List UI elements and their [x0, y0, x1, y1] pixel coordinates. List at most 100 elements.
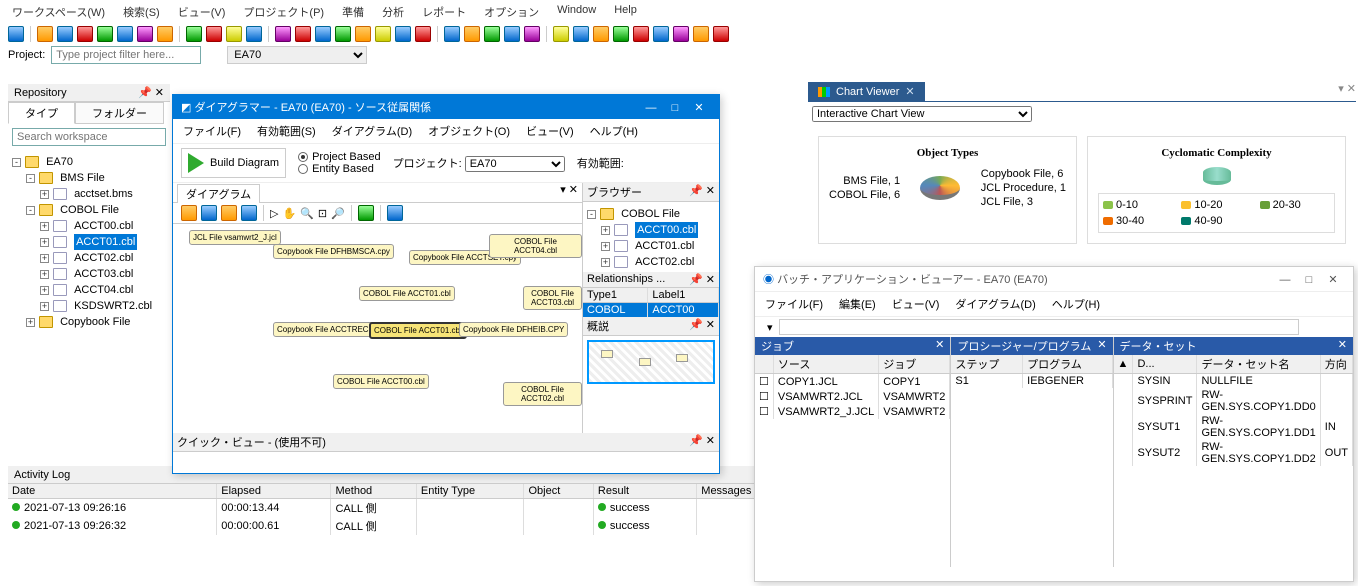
tool-icon[interactable]: [206, 26, 222, 42]
tool-icon[interactable]: [315, 26, 331, 42]
diagram-node[interactable]: COBOL File ACCT04.cbl: [489, 234, 582, 258]
tool-icon[interactable]: [613, 26, 629, 42]
close-button[interactable]: ✕: [1321, 273, 1345, 286]
tool-icon[interactable]: [57, 26, 73, 42]
diagrammer-titlebar[interactable]: ◩ ダイアグラマー - EA70 (EA70) - ソース従属関係 —□✕: [173, 95, 719, 119]
close-icon[interactable]: ✕: [1097, 338, 1106, 354]
save-icon[interactable]: [201, 205, 217, 221]
tool-icon[interactable]: [553, 26, 569, 42]
menu-options[interactable]: オプション: [484, 4, 539, 20]
tool-icon[interactable]: [77, 26, 93, 42]
pin-icon[interactable]: 📌 ✕: [689, 434, 715, 450]
tool-icon[interactable]: [8, 26, 24, 42]
diagrammer-menu[interactable]: ファイル(F) 有効範囲(S) ダイアグラム(D) オブジェクト(O) ビュー(…: [173, 119, 719, 144]
radio-project-based[interactable]: Project Based: [298, 151, 380, 163]
tool-icon[interactable]: [226, 26, 242, 42]
close-button[interactable]: ✕: [687, 101, 711, 114]
table-row[interactable]: ☐COPY1.JCLCOPY1: [755, 374, 950, 390]
pin-icon[interactable]: 📌 ✕: [689, 318, 715, 334]
table-row[interactable]: S1IEBGENER: [951, 374, 1112, 389]
repo-search-input[interactable]: [12, 128, 166, 146]
hand-icon[interactable]: ✋: [282, 207, 296, 220]
table-row[interactable]: SYSUT1RW-GEN.SYS.COPY1.DD1IN: [1114, 414, 1353, 440]
table-row[interactable]: SYSPRINTRW-GEN.SYS.COPY1.DD0: [1114, 388, 1353, 414]
project-select[interactable]: EA70: [227, 46, 367, 64]
tool-icon[interactable]: [335, 26, 351, 42]
pin-icon[interactable]: 📌 ✕: [689, 273, 715, 286]
radio-entity-based[interactable]: Entity Based: [298, 163, 380, 175]
batch-search-input[interactable]: [779, 319, 1299, 335]
tree-item-selected[interactable]: ACCT01.cbl: [74, 234, 137, 250]
minimize-button[interactable]: —: [1273, 274, 1297, 286]
build-diagram-button[interactable]: Build Diagram: [181, 148, 286, 178]
chart-mode-select[interactable]: Interactive Chart View: [812, 106, 1032, 122]
diagram-node[interactable]: COBOL File ACCT02.cbl: [503, 382, 582, 406]
table-row[interactable]: SYSINNULLFILE: [1114, 374, 1353, 389]
menu-project[interactable]: プロジェクト(P): [243, 4, 324, 20]
tool-icon[interactable]: [633, 26, 649, 42]
tool-icon[interactable]: [246, 26, 262, 42]
tool-icon[interactable]: [693, 26, 709, 42]
tool-icon[interactable]: [464, 26, 480, 42]
diagram-node[interactable]: COBOL File ACCT03.cbl: [523, 286, 582, 310]
minimize-button[interactable]: —: [639, 102, 663, 114]
pin-icon[interactable]: 📌 ✕: [689, 184, 715, 200]
menu-report[interactable]: レポート: [422, 4, 466, 20]
menu-help[interactable]: Help: [614, 4, 637, 20]
tool-icon[interactable]: [673, 26, 689, 42]
menu-view[interactable]: ビュー(V): [178, 4, 226, 20]
tool-icon[interactable]: [504, 26, 520, 42]
tab-diagram[interactable]: ダイアグラム: [177, 184, 260, 203]
tool-icon[interactable]: [137, 26, 153, 42]
close-icon[interactable]: ✕: [935, 338, 944, 354]
tool-icon[interactable]: [157, 26, 173, 42]
project-filter-input[interactable]: [51, 46, 201, 64]
table-row[interactable]: 2021-07-13 09:26:32 00:00:00.61CALL 側 su…: [8, 517, 798, 535]
diagram-node[interactable]: COBOL File ACCT00.cbl: [333, 374, 429, 389]
main-menubar[interactable]: ワークスペース(W) 検索(S) ビュー(V) プロジェクト(P) 準備 分析 …: [0, 0, 1358, 24]
menu-workspace[interactable]: ワークスペース(W): [12, 4, 105, 20]
tool-icon[interactable]: [524, 26, 540, 42]
pointer-icon[interactable]: ▷: [270, 207, 278, 220]
open-icon[interactable]: [181, 205, 197, 221]
batch-menu[interactable]: ファイル(F) 編集(E) ビュー(V) ダイアグラム(D) ヘルプ(H): [755, 292, 1353, 317]
chart-object-types[interactable]: Object Types BMS File, 1 COBOL File, 6 C…: [818, 136, 1077, 244]
menu-analyze[interactable]: 分析: [382, 4, 404, 20]
diagram-node[interactable]: Copybook File DFHEIB.CPY: [459, 322, 568, 337]
tool-icon[interactable]: [415, 26, 431, 42]
tool-icon[interactable]: [713, 26, 729, 42]
zoom-in-icon[interactable]: 🔍: [300, 207, 314, 220]
tool-icon[interactable]: [295, 26, 311, 42]
diagram-canvas[interactable]: JCL File vsamwrt2_J.jcl Copybook File DF…: [173, 224, 582, 433]
tool-icon[interactable]: [573, 26, 589, 42]
tool-icon[interactable]: [484, 26, 500, 42]
menu-window[interactable]: Window: [557, 4, 596, 20]
tool-icon[interactable]: [593, 26, 609, 42]
tool-icon[interactable]: [275, 26, 291, 42]
diagram-node-selected[interactable]: COBOL File ACCT01.cbl: [369, 322, 467, 339]
overview-thumb[interactable]: [583, 336, 719, 433]
menu-prepare[interactable]: 準備: [342, 4, 364, 20]
table-row[interactable]: 2021-07-13 09:26:16 00:00:13.44CALL 側 su…: [8, 499, 798, 518]
table-row[interactable]: SYSUT2RW-GEN.SYS.COPY1.DD2OUT: [1114, 440, 1353, 466]
close-icon[interactable]: ✕: [1338, 338, 1347, 354]
table-row[interactable]: ☐VSAMWRT2.JCLVSAMWRT2: [755, 389, 950, 404]
zoom-icon[interactable]: [241, 205, 257, 221]
tool-icon[interactable]: [37, 26, 53, 42]
close-icon[interactable]: ✕: [905, 85, 914, 98]
layout-icon[interactable]: [358, 205, 374, 221]
diagram-node[interactable]: JCL File vsamwrt2_J.jcl: [189, 230, 281, 245]
tool-icon[interactable]: [444, 26, 460, 42]
diagram-node[interactable]: Copybook File DFHBMSCA.cpy: [273, 244, 394, 259]
maximize-button[interactable]: □: [663, 102, 687, 114]
tab-folder[interactable]: フォルダー: [75, 102, 164, 124]
menu-search[interactable]: 検索(S): [123, 4, 160, 20]
zoom-out-icon[interactable]: 🔎: [331, 207, 345, 220]
tool-icon[interactable]: [97, 26, 113, 42]
tab-type[interactable]: タイプ: [8, 102, 75, 124]
filter-icon[interactable]: [207, 48, 221, 62]
tool-icon[interactable]: [387, 205, 403, 221]
chart-cyclomatic[interactable]: Cyclomatic Complexity 0-10 10-20 20-30 3…: [1087, 136, 1346, 244]
table-row[interactable]: ☐VSAMWRT2_J.JCLVSAMWRT2: [755, 404, 950, 419]
pin-icon[interactable]: 📌 ✕: [138, 86, 164, 99]
